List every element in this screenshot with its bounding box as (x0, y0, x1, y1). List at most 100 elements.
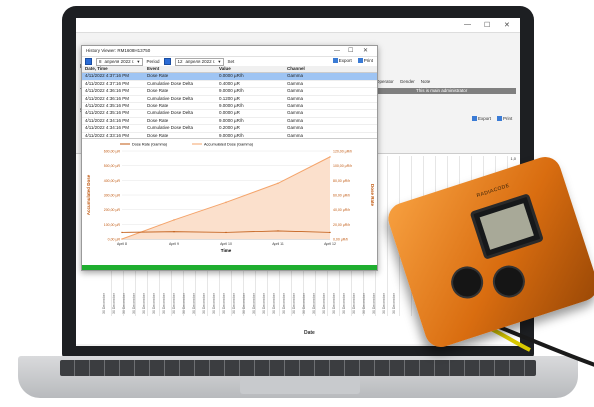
cell-value: 0.1200 µR (219, 95, 240, 101)
set-button[interactable]: Set (228, 59, 235, 64)
bg-maximize-button[interactable]: ☐ (484, 21, 490, 29)
bg-print-button[interactable]: Print (497, 116, 512, 122)
cell-dt: 4/11/2022 4:35:16 PM (85, 102, 129, 108)
x-tick-label: April 11 (272, 242, 284, 246)
y-left-tick-label: 100,00 µR (104, 223, 121, 227)
cell-value: 0.0000 µR (219, 110, 240, 116)
bg-close-button[interactable]: ✕ (504, 21, 510, 29)
bg-date-tick: 30 December (162, 292, 166, 314)
bg-export-button[interactable]: Export (472, 116, 491, 122)
bg-date-tick: 30 December (342, 292, 346, 314)
legend-label: Dose Rate (Gamma) (132, 143, 168, 147)
cell-event: Cumulative Dose Delta (147, 110, 194, 116)
legend-label: Accumulated Dose (Gamma) (204, 143, 254, 147)
history-viewer-window: History Viewer: RM1608H13750 — ☐ ✕ 8 апр… (81, 45, 378, 271)
bg-col-note[interactable]: Note (421, 79, 431, 84)
dose-chart-svg: 0,00 µR 100,00 µR 200,00 µR 300,00 µR 400,00… (86, 143, 375, 254)
y-left-tick-label: 400,00 µR (104, 179, 121, 183)
bg-date-tick: 30 December (392, 292, 396, 314)
dose-rate-point (277, 230, 279, 232)
y-left-tick-label: 200,00 µR (104, 208, 121, 212)
to-date-checkbox[interactable] (163, 58, 171, 65)
table-row[interactable]: 4/11/2022 4:36:16 PM Dose Rate 9.0000 µR/h… (82, 88, 377, 96)
y-right-tick-label: 80,00 µR/h (333, 179, 350, 183)
cell-channel: Gamma (287, 125, 304, 131)
table-row[interactable]: 4/11/2022 4:35:16 PM Dose Rate 9.0000 µR/h… (82, 102, 377, 111)
table-row[interactable]: 4/11/2022 4:37:16 PM Dose Rate 0.0000 µR/h… (82, 73, 377, 81)
bg-date-tick: 30 December (222, 292, 226, 314)
bg-col-operator[interactable]: Operator (376, 79, 394, 84)
y-right-tick-label: 20,00 µR/h (333, 223, 350, 227)
accumulated-dose-area (122, 156, 330, 239)
cell-event: Dose Rate (147, 88, 169, 94)
print-icon (497, 116, 503, 122)
bg-date-tick: 30 December (382, 292, 386, 314)
dose-rate-point (329, 231, 331, 234)
cell-value: 9.0000 µR/h (219, 88, 244, 94)
bg-date-tick: 30 December (192, 292, 196, 314)
y-right-tick-label: 120,00 µR/h (333, 150, 352, 154)
bg-date-tick: 30 December (252, 292, 256, 314)
viewer-close-button[interactable]: ✕ (363, 46, 368, 56)
cell-event: Cumulative Dose Delta (147, 125, 194, 131)
col-event[interactable]: Event (144, 66, 216, 72)
from-date-picker[interactable]: 8 апреля 2022 г. ▾ (96, 57, 143, 66)
bg-selected-row[interactable]: This is main administrator (376, 88, 516, 94)
viewer-export-button[interactable]: Export (332, 58, 352, 64)
period-label: Period (146, 59, 160, 64)
cell-event: Cumulative Dose Delta (147, 95, 194, 101)
y-right-tick-label: 60,00 µR/h (333, 194, 350, 198)
bg-date-tick: 30 December (262, 292, 266, 314)
cell-channel: Gamma (287, 110, 304, 116)
cell-channel: Gamma (287, 102, 304, 108)
bg-date-tick: 30 December (332, 292, 336, 314)
x-tick-label: April 9 (169, 242, 179, 246)
y-left-tick-label: 300,00 µR (104, 194, 121, 198)
y-right-tick-label: 40,00 µR/h (333, 208, 350, 212)
table-row[interactable]: 4/11/2022 4:35:16 PM Cumulative Dose Delt… (82, 110, 377, 118)
bg-date-tick: 30 December (362, 292, 366, 314)
viewer-toolbar-right: Export Print (332, 58, 373, 64)
table-row[interactable]: 4/11/2022 4:34:16 PM Dose Rate 9.0000 µR/h… (82, 117, 377, 126)
export-icon (472, 116, 477, 122)
cell-channel: Gamma (287, 95, 304, 101)
viewer-maximize-button[interactable]: ☐ (348, 46, 353, 56)
bg-table-header: Operator Gender Note (376, 79, 430, 84)
col-value[interactable]: Value (216, 66, 284, 72)
cell-value: 0.4000 µR (219, 80, 240, 86)
bg-date-tick: 30 December (302, 292, 306, 314)
cell-dt: 4/11/2022 4:37:16 PM (85, 73, 129, 79)
cell-dt: 4/11/2022 4:36:16 PM (85, 95, 129, 101)
table-row[interactable]: 4/11/2022 4:37:16 PM Cumulative Dose Delt… (82, 80, 377, 89)
bg-col-gender[interactable]: Gender (400, 79, 415, 84)
cell-value: 0.2000 µR (219, 125, 240, 131)
viewer-titlebar[interactable]: History Viewer: RM1608H13750 — ☐ ✕ (82, 46, 377, 57)
dose-rate-point (225, 231, 227, 234)
table-row[interactable]: 4/11/2022 4:36:16 PM Cumulative Dose Delt… (82, 96, 377, 103)
cell-event: Dose Rate (147, 102, 169, 108)
bg-minimize-button[interactable]: — (464, 21, 471, 28)
col-channel[interactable]: Channel (284, 66, 377, 72)
cell-channel: Gamma (287, 73, 304, 79)
viewer-print-button[interactable]: Print (357, 58, 373, 64)
table-row[interactable]: 4/11/2022 4:34:16 PM Cumulative Dose Delt… (82, 125, 377, 133)
bg-date-tick: 30 December (212, 292, 216, 314)
print-icon (357, 58, 363, 64)
x-tick-label: April 10 (220, 242, 232, 246)
y-left-axis-label: Accumulated Dose (86, 174, 91, 215)
cell-channel: Gamma (287, 117, 304, 123)
dose-chart: 0,00 µR 100,00 µR 200,00 µR 300,00 µR 400,00… (82, 138, 377, 267)
to-date-picker[interactable]: 12 апреля 2022 г. ▾ (174, 57, 224, 66)
viewer-minimize-button[interactable]: — (334, 46, 340, 56)
bg-toolbar: Export Print (472, 116, 512, 122)
accumulated-dose-point (121, 238, 123, 240)
col-date-time[interactable]: Date, Time (82, 66, 144, 72)
accumulated-dose-point (173, 219, 175, 221)
accumulated-dose-point (225, 201, 227, 204)
x-tick-label: April 8 (117, 242, 127, 246)
dose-rate-point (121, 231, 123, 234)
bg-date-tick: 30 December (102, 292, 106, 314)
calendar-icon: ▾ (218, 58, 221, 64)
from-date-checkbox[interactable] (85, 58, 92, 65)
from-day: 8 (99, 58, 102, 64)
